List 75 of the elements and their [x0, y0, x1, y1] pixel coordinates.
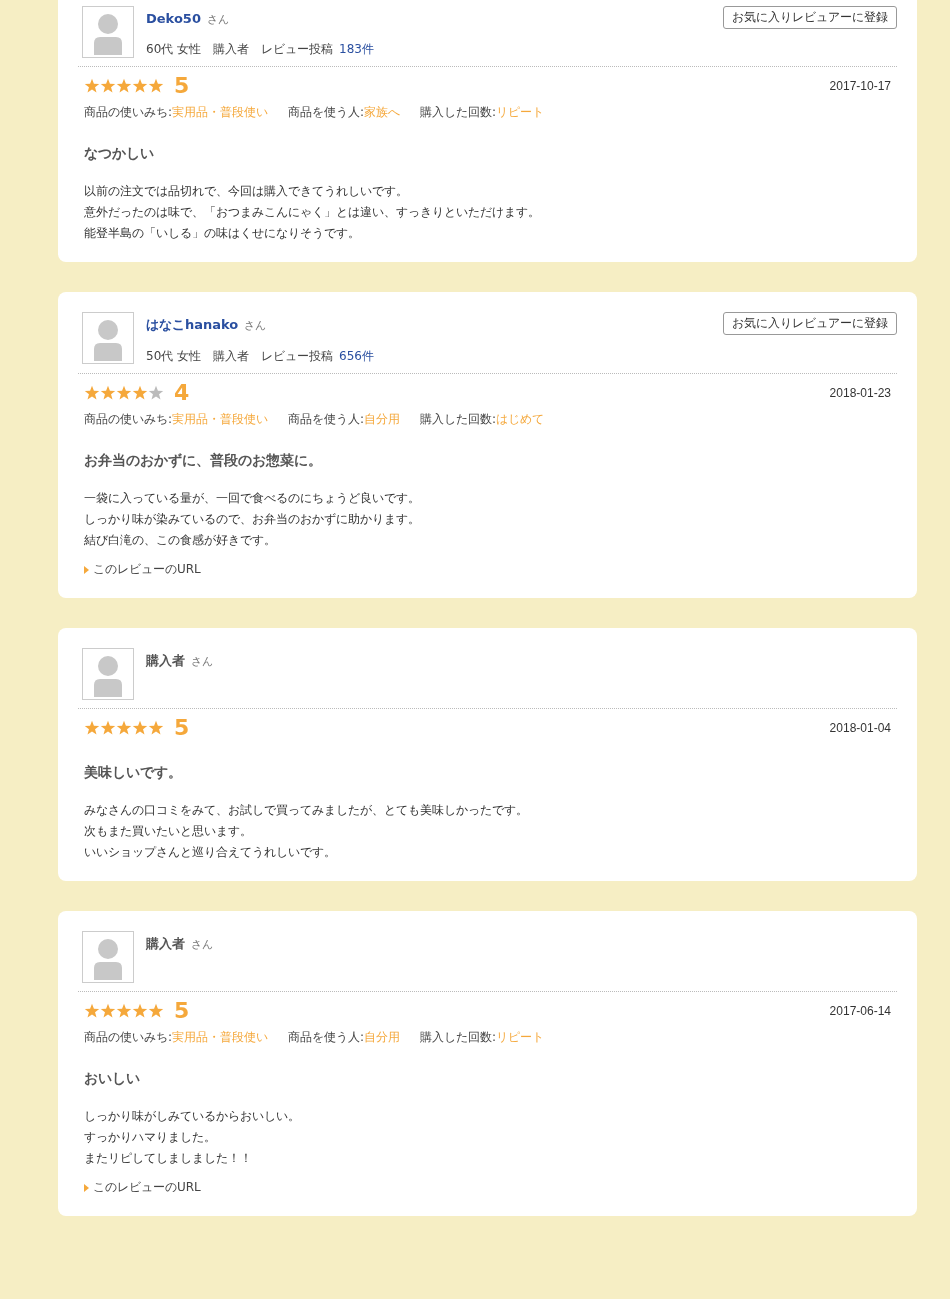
review-date: 2017-06-14 — [829, 1003, 891, 1018]
star-icon — [132, 77, 148, 94]
review-attribute: 商品を使う人:家族へ — [288, 104, 401, 121]
star-icon — [132, 719, 148, 736]
caret-icon — [84, 1183, 89, 1192]
review-text: みなさんの口コミをみて、お試しで買ってみましたが、とても美味しかったです。 — [84, 802, 529, 819]
review-attribute: 商品の使いみち:実用品・普段使い — [84, 1029, 269, 1046]
reviewer-name: 購入者 — [146, 936, 185, 951]
rating-score: 5 — [174, 715, 190, 740]
caret-icon — [84, 565, 89, 574]
reviewer-info: 60代 女性 購入者 レビュー投稿 — [146, 41, 334, 58]
honorific: さん — [191, 655, 213, 668]
rating-score: 4 — [174, 380, 190, 405]
post-count[interactable]: 183件 — [339, 41, 374, 58]
star-icon — [116, 384, 132, 401]
honorific: さん — [244, 319, 267, 332]
star-icon — [84, 77, 100, 94]
honorific: さん — [191, 938, 213, 951]
review-date: 2018-01-23 — [829, 385, 891, 400]
review-text: 一袋に入っている量が、一回で食べるのにちょうど良いです。 — [84, 490, 421, 507]
star-icon — [100, 77, 116, 94]
review-text: いいショップさんと巡り合えてうれしいです。 — [84, 844, 337, 861]
star-icon — [100, 384, 116, 401]
review-title: 美味しいです。 — [83, 763, 183, 782]
star-icon — [100, 719, 116, 736]
avatar-icon — [82, 648, 134, 700]
review-text: 能登半島の「いしる」の味はくせになりそうです。 — [84, 225, 361, 242]
star-icon — [148, 1002, 164, 1019]
review-title: お弁当のおかずに、普段のお惣菜に。 — [83, 451, 323, 470]
review-text: すっかりハマりました。 — [84, 1129, 217, 1146]
review-text: またリピしてしましました！！ — [84, 1150, 253, 1167]
review-title: おいしい — [83, 1069, 141, 1088]
review-date: 2017-10-17 — [829, 78, 891, 93]
star-icon — [84, 384, 100, 401]
review-attribute: 商品を使う人:自分用 — [288, 1029, 401, 1046]
rating-score: 5 — [174, 998, 190, 1023]
star-icon — [132, 1002, 148, 1019]
review-date: 2018-01-04 — [829, 720, 891, 735]
star-icon — [116, 719, 132, 736]
review-text: 意外だったのは味で、「おつまみこんにゃく」とは違い、すっきりといただけます。 — [84, 204, 541, 221]
avatar-icon — [82, 931, 134, 983]
star-icon — [132, 384, 148, 401]
review-text: しっかり味が染みているので、お弁当のおかずに助かります。 — [84, 511, 421, 528]
review-text: 次もまた買いたいと思います。 — [84, 823, 253, 840]
post-count[interactable]: 656件 — [339, 348, 374, 365]
review-title: なつかしい — [83, 144, 155, 163]
favorite-button[interactable]: お気に入りレビュアーに登録 — [723, 312, 897, 335]
reviewer-name: 購入者 — [146, 653, 185, 668]
star-icon — [148, 384, 164, 401]
review-attribute: 商品の使いみち:実用品・普段使い — [84, 411, 269, 428]
star-icon — [116, 1002, 132, 1019]
reviewer-name[interactable]: Deko50 — [146, 11, 201, 26]
star-icon — [148, 719, 164, 736]
reviewer-name[interactable]: はなこhanako — [146, 317, 239, 332]
review-attribute: 商品を使う人:自分用 — [288, 411, 401, 428]
star-icon — [84, 1002, 100, 1019]
rating-score: 5 — [174, 73, 190, 98]
review-attribute: 購入した回数:リピート — [420, 1029, 545, 1046]
star-icon — [116, 77, 132, 94]
avatar-icon — [82, 312, 134, 364]
star-icon — [100, 1002, 116, 1019]
review-text: 結び白滝の、この食感が好きです。 — [84, 532, 277, 549]
star-icon — [148, 77, 164, 94]
review-text: しっかり味がしみているからおいしい。 — [84, 1108, 301, 1125]
reviewer-info: 50代 女性 購入者 レビュー投稿 — [146, 348, 334, 365]
favorite-button[interactable]: お気に入りレビュアーに登録 — [723, 6, 897, 29]
review-attribute: 購入した回数:はじめて — [420, 411, 545, 428]
review-attribute: 商品の使いみち:実用品・普段使い — [84, 104, 269, 121]
review-text: 以前の注文では品切れで、今回は購入できてうれしいです。 — [84, 183, 409, 200]
honorific: さん — [206, 13, 229, 26]
star-icon — [84, 719, 100, 736]
avatar-icon — [82, 6, 134, 58]
review-attribute: 購入した回数:リピート — [420, 104, 545, 121]
review-url-link[interactable]: このレビューのURL — [84, 561, 201, 578]
review-url-link[interactable]: このレビューのURL — [84, 1179, 201, 1196]
